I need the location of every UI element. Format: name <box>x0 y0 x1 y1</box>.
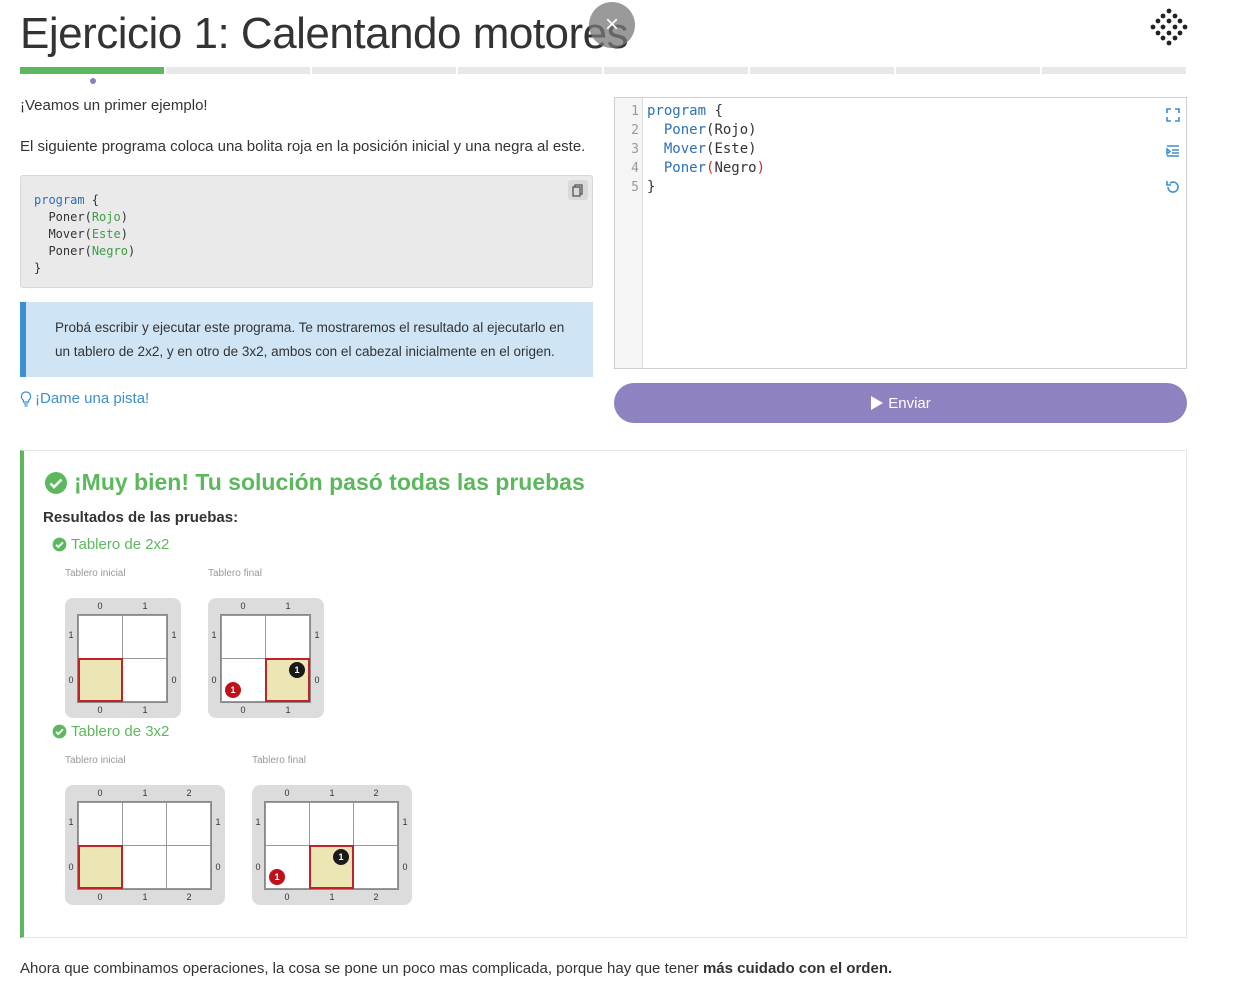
code-line: Mover(Este) <box>663 141 757 157</box>
code-line: Poner(Negro) <box>663 160 766 176</box>
page-title: Ejercicio 1: Calentando motores <box>20 9 629 58</box>
info-callout: Probá escribir y ejecutar este programa.… <box>20 302 593 377</box>
current-step-indicator <box>90 78 96 84</box>
play-icon <box>871 396 884 410</box>
black-ball: 1 <box>289 662 305 678</box>
line-gutter: 1 2 3 4 5 <box>615 98 643 368</box>
result-title: ¡Muy bien! Tu solución pasó todas las pr… <box>44 469 585 496</box>
progress-step[interactable] <box>896 67 1040 74</box>
red-ball: 1 <box>269 869 285 885</box>
submit-label: Enviar <box>888 394 931 412</box>
progress-step[interactable] <box>458 67 602 74</box>
progress-step[interactable] <box>312 67 456 74</box>
board-initial-2x2: 01 01 10 10 <box>65 598 181 718</box>
close-icon: × <box>604 11 619 38</box>
indent-icon[interactable] <box>1164 142 1182 160</box>
progress-bar <box>20 67 1186 74</box>
lightbulb-icon <box>20 390 32 407</box>
intro-text: ¡Veamos un primer ejemplo! <box>20 97 208 114</box>
progress-step[interactable] <box>604 67 748 74</box>
close-button[interactable]: × <box>589 2 635 48</box>
board-initial-3x2: 012 012 10 10 <box>65 785 225 905</box>
footer-text: Ahora que combinamos operaciones, la cos… <box>20 960 893 977</box>
hint-label: ¡Dame una pista! <box>35 390 150 407</box>
example-code-block: program { Poner(Rojo) Mover(Este) Poner(… <box>20 175 593 288</box>
test-title-2x2: Tablero de 2x2 <box>52 536 169 553</box>
progress-step[interactable] <box>166 67 310 74</box>
final-board-label: Tablero final <box>208 568 262 579</box>
code-editor[interactable]: 1 2 3 4 5 program { Poner(Rojo) Mover(Es… <box>614 97 1187 369</box>
check-circle-icon <box>45 471 67 494</box>
editor-code[interactable]: program { Poner(Rojo) Mover(Este) Poner(… <box>647 102 765 197</box>
example-code: program { Poner(Rojo) Mover(Este) Poner(… <box>34 193 136 275</box>
fullscreen-icon[interactable] <box>1164 106 1182 124</box>
result-panel: ¡Muy bien! Tu solución pasó todas las pr… <box>20 450 1187 938</box>
head-cell <box>78 845 123 889</box>
progress-step[interactable] <box>1042 67 1186 74</box>
submit-button[interactable]: Enviar <box>614 383 1187 423</box>
red-ball: 1 <box>225 682 241 698</box>
description-text: El siguiente programa coloca una bolita … <box>20 138 586 155</box>
initial-board-label: Tablero inicial <box>65 755 126 766</box>
reset-icon[interactable] <box>1164 178 1182 196</box>
results-label: Resultados de las pruebas: <box>43 509 239 526</box>
line-number: 4 <box>631 161 639 176</box>
logo-icon <box>1150 8 1188 46</box>
code-line: Poner(Rojo) <box>663 122 757 138</box>
final-board-label: Tablero final <box>252 755 306 766</box>
black-ball: 1 <box>333 849 349 865</box>
check-circle-icon <box>52 724 67 739</box>
progress-step[interactable] <box>20 67 164 74</box>
initial-board-label: Tablero inicial <box>65 568 126 579</box>
copy-button[interactable] <box>568 180 588 200</box>
code-line: program { <box>647 103 723 119</box>
test-title-3x2: Tablero de 3x2 <box>52 723 169 740</box>
code-line: } <box>647 179 656 195</box>
check-circle-icon <box>52 537 67 552</box>
copy-icon <box>572 184 583 197</box>
head-cell <box>78 658 123 702</box>
line-number: 2 <box>631 123 639 138</box>
hint-link[interactable]: ¡Dame una pista! <box>20 390 149 407</box>
progress-step[interactable] <box>750 67 894 74</box>
line-number: 3 <box>631 142 639 157</box>
board-final-3x2: 012 012 10 10 1 1 <box>252 785 412 905</box>
line-number: 5 <box>631 180 639 195</box>
line-number: 1 <box>631 104 639 119</box>
board-final-2x2: 01 01 10 10 1 1 <box>208 598 324 718</box>
